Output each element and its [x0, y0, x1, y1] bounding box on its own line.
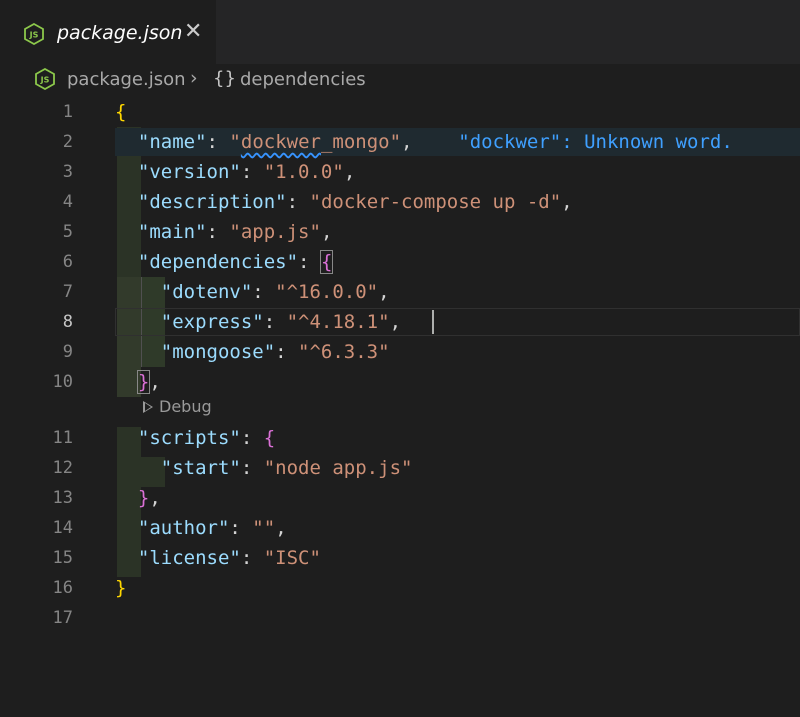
- code-text: "license": "ISC": [137, 547, 321, 569]
- line-number: 4: [62, 192, 73, 212]
- breadcrumb-symbol[interactable]: dependencies: [240, 69, 366, 90]
- text-cursor: [432, 310, 434, 334]
- nodejs-icon: JS: [24, 23, 44, 45]
- tab-bar: JS package.json ✕: [0, 0, 800, 64]
- code-text: }: [115, 577, 127, 599]
- line-number: 12: [52, 458, 73, 478]
- code-text: "name": "dockwer_mongo", "dockwer": Unkn…: [137, 131, 733, 153]
- line-number: 11: [52, 428, 73, 448]
- tab-label: package.json: [57, 22, 183, 44]
- line-number: 2: [62, 132, 73, 152]
- code-text: "mongoose": "^6.3.3": [160, 341, 390, 363]
- line-number: 17: [52, 608, 73, 628]
- chevron-right-icon: ›: [190, 67, 198, 89]
- code-text: "dotenv": "^16.0.0",: [160, 281, 390, 303]
- code-text: "author": "",: [137, 517, 287, 539]
- code-text: "start": "node app.js": [160, 457, 413, 479]
- line-number: 3: [62, 162, 73, 182]
- svg-text:JS: JS: [40, 76, 50, 85]
- line-number: 10: [52, 372, 73, 392]
- code-line: 9 "mongoose": "^6.3.3": [0, 337, 800, 367]
- code-line: 11 "scripts": {: [0, 423, 800, 453]
- code-line: 1 {: [0, 97, 800, 127]
- close-icon[interactable]: ✕: [184, 20, 202, 44]
- code-line: 16 }: [0, 573, 800, 603]
- line-number: 1: [62, 102, 73, 122]
- code-text: "main": "app.js",: [137, 221, 333, 243]
- code-text: "scripts": {: [137, 427, 276, 449]
- code-text: "version": "1.0.0",: [137, 161, 356, 183]
- tab-package-json[interactable]: JS package.json ✕: [0, 0, 216, 64]
- line-number: 14: [52, 518, 73, 538]
- line-number: 9: [62, 342, 73, 362]
- code-line: 7 "dotenv": "^16.0.0",: [0, 277, 800, 307]
- code-line: 2 "name": "dockwer_mongo", "dockwer": Un…: [0, 127, 800, 157]
- debug-codelens[interactable]: Debug: [143, 395, 212, 419]
- play-icon: [143, 401, 153, 413]
- breadcrumb: JS package.json › {} dependencies: [0, 64, 800, 96]
- spelling-hint: "dockwer": Unknown word.: [458, 131, 733, 153]
- code-line-active: 8 "express": "^4.18.1",: [0, 307, 800, 337]
- code-line: 4 "description": "docker-compose up -d",: [0, 187, 800, 217]
- line-number: 8: [62, 312, 73, 332]
- line-number: 16: [52, 578, 73, 598]
- code-text: },: [137, 487, 161, 509]
- breadcrumb-file[interactable]: package.json: [67, 69, 186, 90]
- code-editor[interactable]: 1 { 2 "name": "dockwer_mongo", "dockwer"…: [0, 97, 800, 717]
- nodejs-icon: JS: [35, 68, 55, 90]
- line-number: 6: [62, 252, 73, 272]
- code-line: 17: [0, 603, 800, 633]
- line-number: 13: [52, 488, 73, 508]
- bracket-match: {: [319, 250, 334, 274]
- code-text: {: [115, 101, 127, 123]
- code-line: 15 "license": "ISC": [0, 543, 800, 573]
- code-line: 3 "version": "1.0.0",: [0, 157, 800, 187]
- line-number: 7: [62, 282, 73, 302]
- object-symbol-icon: {}: [213, 68, 236, 89]
- debug-label: Debug: [159, 397, 212, 416]
- code-line: 6 "dependencies": {: [0, 247, 800, 277]
- svg-text:JS: JS: [29, 31, 39, 40]
- code-line: 5 "main": "app.js",: [0, 217, 800, 247]
- code-line: 12 "start": "node app.js": [0, 453, 800, 483]
- code-text: "dependencies": {: [137, 250, 334, 274]
- line-number: 5: [62, 222, 73, 242]
- code-text: },: [136, 370, 161, 394]
- code-text: "express": "^4.18.1",: [160, 311, 402, 333]
- line-number: 15: [52, 548, 73, 568]
- code-line: 14 "author": "",: [0, 513, 800, 543]
- bracket-match: }: [136, 370, 151, 394]
- code-line: 13 },: [0, 483, 800, 513]
- code-text: "description": "docker-compose up -d",: [137, 191, 573, 213]
- code-line: 10 },: [0, 367, 800, 397]
- spelling-error: dockwer: [240, 131, 321, 153]
